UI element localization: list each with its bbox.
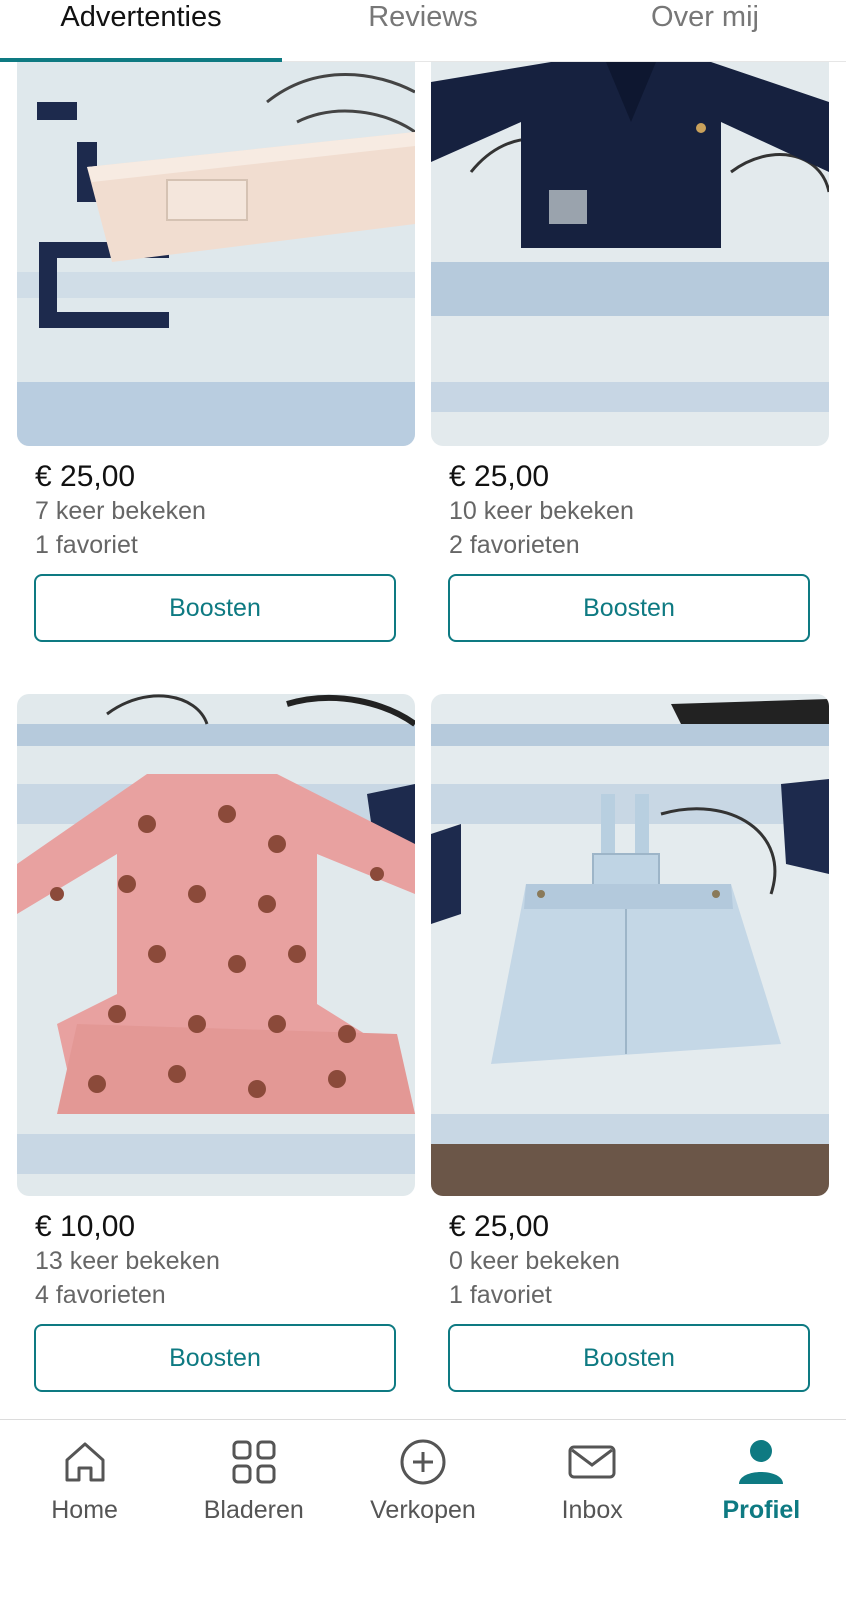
nav-profiel[interactable]: Profiel — [677, 1420, 846, 1600]
tab-reviews[interactable]: Reviews — [282, 0, 564, 61]
tab-label: Advertenties — [60, 1, 222, 33]
listing-card[interactable]: € 25,00 0 keer bekeken 1 favoriet Booste… — [431, 694, 829, 1392]
listing-photo[interactable] — [431, 694, 829, 1196]
view-count: 13 keer bekeken — [35, 1247, 220, 1275]
nav-label: Verkopen — [370, 1496, 476, 1524]
boost-button[interactable]: Boosten — [448, 574, 810, 642]
plus-circle-icon — [400, 1439, 446, 1485]
nav-bladeren[interactable]: Bladeren — [169, 1420, 338, 1600]
tab-label: Reviews — [368, 1, 478, 33]
listing-price: € 25,00 — [449, 460, 550, 493]
nav-label: Inbox — [561, 1496, 623, 1524]
boost-button[interactable]: Boosten — [34, 574, 396, 642]
favorite-count: 2 favorieten — [449, 531, 580, 559]
tab-label: Over mij — [651, 1, 759, 33]
boost-button[interactable]: Boosten — [34, 1324, 396, 1392]
listing-card[interactable]: € 25,00 7 keer bekeken 1 favoriet Booste… — [17, 62, 415, 642]
nav-verkopen[interactable]: Verkopen — [338, 1420, 507, 1600]
listing-card[interactable]: € 25,00 10 keer bekeken 2 favorieten Boo… — [431, 62, 829, 642]
bottom-navigation: Home Bladeren Verkopen Inbox Profiel — [0, 1419, 846, 1600]
nav-label: Bladeren — [203, 1496, 304, 1524]
listing-photo[interactable] — [431, 62, 829, 446]
nav-inbox[interactable]: Inbox — [508, 1420, 677, 1600]
listing-photo[interactable] — [17, 694, 415, 1196]
listing-card[interactable]: € 10,00 13 keer bekeken 4 favorieten Boo… — [17, 694, 415, 1392]
listing-price: € 25,00 — [35, 460, 136, 493]
profile-tabs: Advertenties Reviews Over mij — [0, 0, 846, 62]
boost-button[interactable]: Boosten — [448, 1324, 810, 1392]
tab-advertenties[interactable]: Advertenties — [0, 0, 282, 62]
favorite-count: 1 favoriet — [35, 531, 138, 559]
view-count: 0 keer bekeken — [449, 1247, 620, 1275]
tab-over-mij[interactable]: Over mij — [564, 0, 846, 61]
favorite-count: 1 favoriet — [449, 1281, 552, 1309]
home-icon — [65, 1442, 105, 1482]
listing-photo[interactable] — [17, 62, 415, 446]
nav-label: Profiel — [722, 1496, 801, 1524]
view-count: 10 keer bekeken — [449, 497, 634, 525]
listing-price: € 25,00 — [449, 1210, 550, 1243]
grid-icon — [232, 1440, 276, 1484]
nav-home[interactable]: Home — [0, 1420, 169, 1600]
person-icon — [739, 1440, 784, 1484]
favorite-count: 4 favorieten — [35, 1281, 166, 1309]
nav-label: Home — [51, 1496, 118, 1524]
listing-price: € 10,00 — [35, 1210, 136, 1243]
view-count: 7 keer bekeken — [35, 497, 206, 525]
mail-icon — [568, 1445, 616, 1479]
